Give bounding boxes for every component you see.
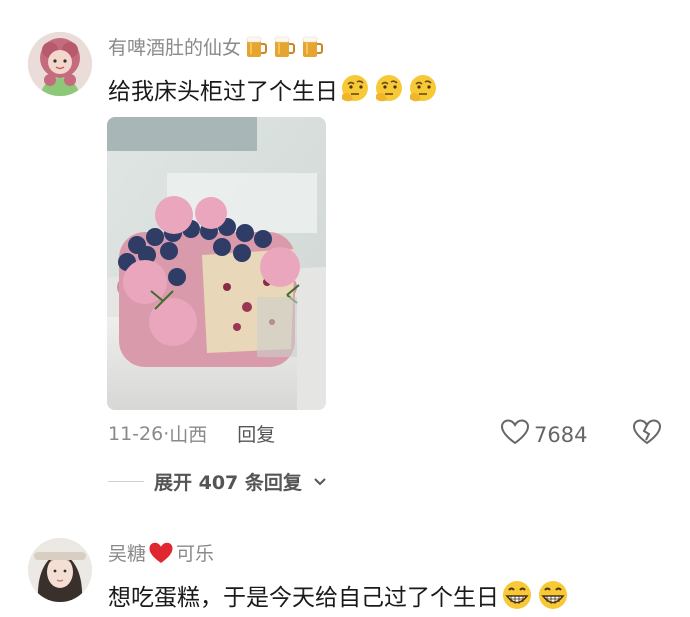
- divider-line: [108, 481, 144, 482]
- comment-username[interactable]: 吴糖 可乐: [108, 539, 214, 566]
- username-text: 吴糖: [108, 543, 147, 565]
- broken-heart-icon: [632, 419, 662, 450]
- comment-body: 想吃蛋糕，于是今天给自己过了个生日: [108, 578, 571, 612]
- avatar-illustration: [28, 32, 92, 96]
- username-text: 有啤酒肚的仙女: [108, 37, 242, 59]
- comment-text: 给我床头柜过了个生日: [108, 79, 338, 105]
- red-heart-icon: [148, 541, 174, 565]
- grinning-face-icon: [499, 579, 535, 611]
- username-text: 可乐: [176, 543, 215, 565]
- cake-photo: [107, 117, 326, 410]
- comment-feed: 有啤酒肚的仙女 给我床头柜过了个生日 11-26 · 山西 回复 7684 展开…: [0, 0, 690, 617]
- like-count: 7684: [534, 422, 588, 447]
- thinking-face-icon: [372, 73, 406, 105]
- chevron-down-icon: [312, 471, 328, 493]
- beer-mug-icon: [243, 34, 269, 60]
- expand-replies-button[interactable]: 展开 407 条回复: [108, 468, 328, 495]
- reply-button[interactable]: 回复: [237, 420, 275, 447]
- beer-mug-icon: [271, 34, 297, 60]
- comment-meta: 11-26 · 山西 回复: [108, 420, 275, 447]
- thinking-face-icon: [338, 73, 372, 105]
- avatar[interactable]: [28, 32, 92, 96]
- comment-date: 11-26: [108, 422, 164, 445]
- comment-location: 山西: [169, 424, 208, 446]
- heart-outline-icon: [500, 418, 530, 451]
- like-button[interactable]: 7684: [500, 418, 587, 451]
- comment-username[interactable]: 有啤酒肚的仙女: [108, 33, 325, 60]
- expand-replies-label: 展开 407 条回复: [154, 472, 302, 494]
- comment-text: 想吃蛋糕，于是今天给自己过了个生日: [108, 585, 499, 611]
- grinning-face-icon: [535, 579, 571, 611]
- comment-image[interactable]: [107, 117, 326, 410]
- avatar-photo: [28, 538, 92, 602]
- avatar[interactable]: [28, 538, 92, 602]
- dislike-button[interactable]: [632, 418, 662, 450]
- thinking-face-icon: [406, 73, 440, 105]
- comment-body: 给我床头柜过了个生日: [108, 72, 440, 106]
- beer-mug-icon: [299, 34, 325, 60]
